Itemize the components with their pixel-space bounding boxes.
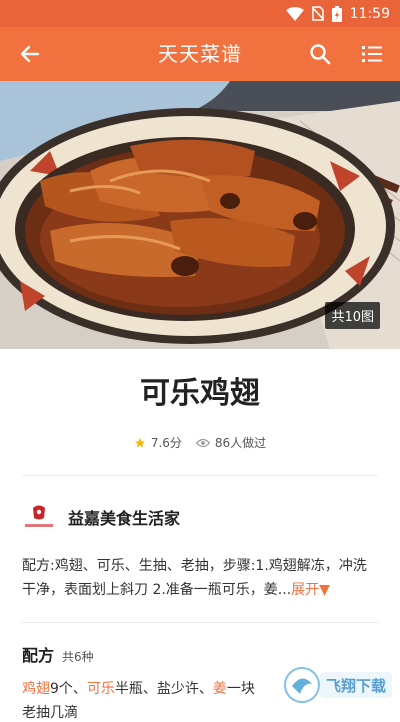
ingredient-name: 盐: [156, 681, 171, 697]
recipe-description: 配方:鸡翅、可乐、生抽、老抽，步骤:1.鸡翅解冻，冲洗干净，表面划上斜刀 2.准…: [22, 554, 378, 602]
site-watermark: 飞翔下载: [284, 667, 392, 703]
app-title: 天天菜谱: [158, 42, 242, 66]
ingredients-count: 共6种: [62, 650, 94, 664]
rating-value: 7.6分: [150, 436, 182, 450]
ingredient-amount: 半瓶: [114, 681, 143, 697]
eye-icon: [195, 438, 210, 447]
star-icon: [134, 437, 145, 447]
ingredients-header: 配方 共6种: [22, 642, 94, 666]
rating: 7.6分: [134, 434, 182, 451]
ingredient-amount: 几滴: [50, 705, 78, 721]
author-logo[interactable]: [22, 500, 56, 534]
ingredient-amount: 少许: [170, 681, 199, 697]
no-sim-icon: [311, 6, 324, 21]
photo-count-badge[interactable]: 共10图: [325, 302, 380, 329]
status-bar: 11:59: [0, 0, 400, 27]
ingredient-name[interactable]: 可乐: [87, 681, 115, 697]
ingredient-amount: 一块: [226, 681, 255, 697]
ingredients-list-partial: 老抽几滴: [22, 702, 78, 722]
wifi-icon: [285, 6, 304, 21]
ingredients-heading: 配方: [22, 646, 55, 665]
made-count: 86人做过: [195, 434, 267, 451]
status-time: 11:59: [349, 5, 390, 22]
list-icon[interactable]: [360, 42, 384, 66]
author-row[interactable]: 益嘉美食生活家: [22, 500, 180, 534]
watermark-text: 飞翔下载: [326, 677, 386, 695]
search-icon[interactable]: [308, 42, 332, 66]
divider: [22, 622, 378, 623]
battery-icon: [331, 5, 342, 22]
recipe-title: 可乐鸡翅: [140, 376, 260, 411]
ingredient-name[interactable]: 鸡翅: [22, 681, 50, 697]
ingredient-amount: 9个: [50, 681, 73, 697]
app-bar: 天天菜谱: [0, 27, 400, 81]
author-name[interactable]: 益嘉美食生活家: [68, 505, 180, 529]
ingredient-name[interactable]: 老抽: [22, 705, 50, 721]
expand-button[interactable]: 展开▼: [291, 582, 330, 598]
made-count-value: 86人做过: [214, 436, 267, 450]
ingredient-name[interactable]: 姜: [213, 681, 227, 697]
divider: [22, 475, 378, 476]
recipe-stats: 7.6分 86人做过: [0, 434, 400, 451]
